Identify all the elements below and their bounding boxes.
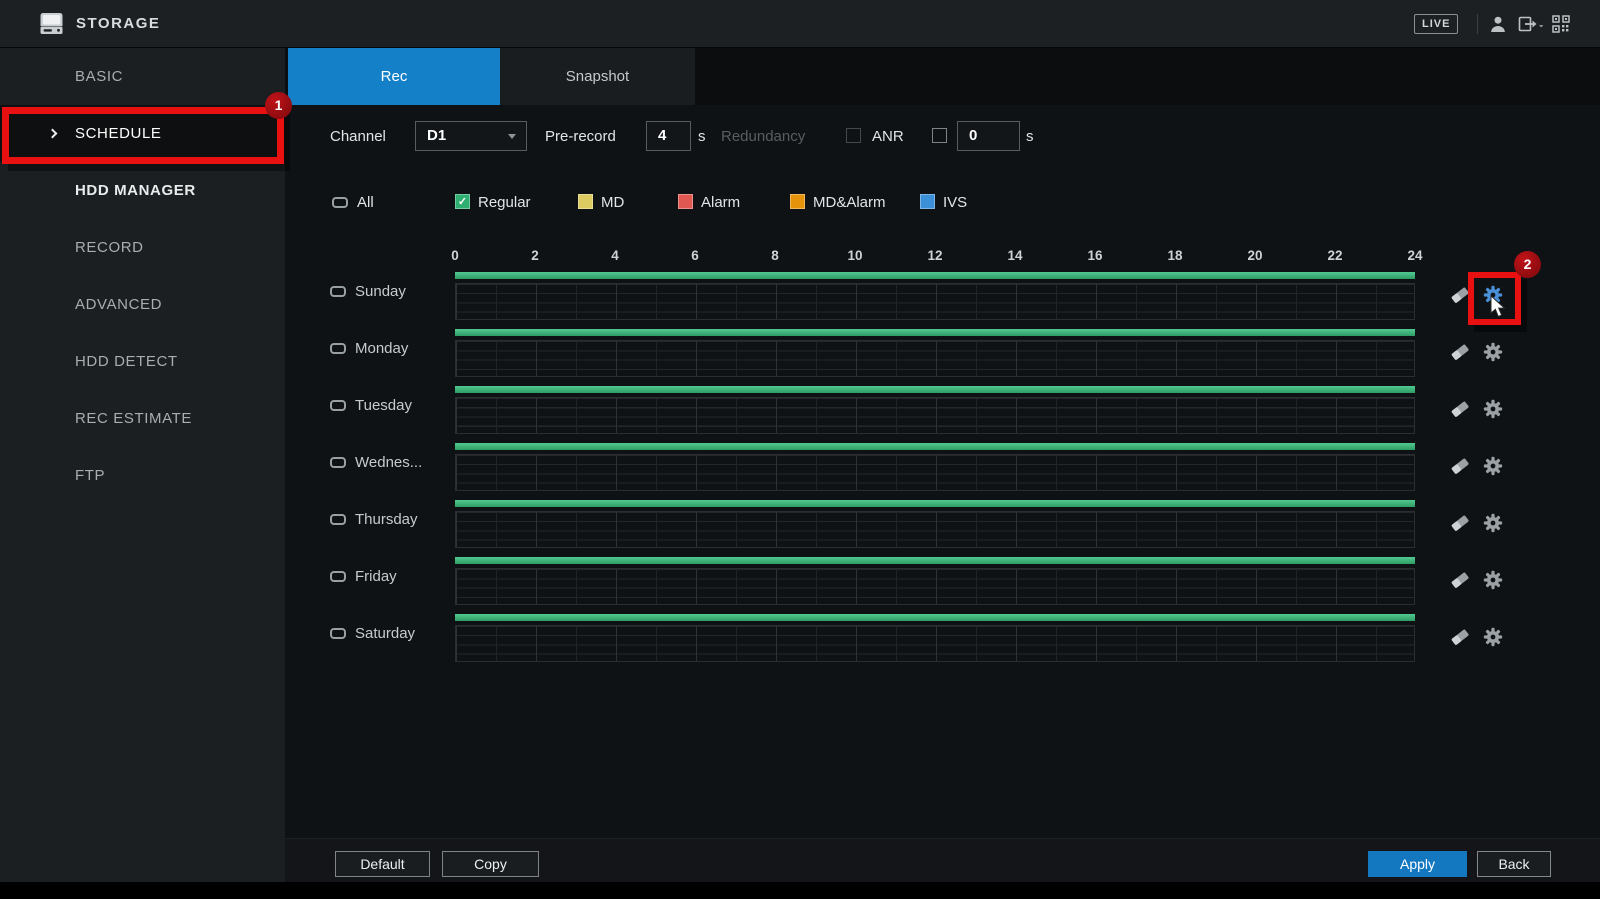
live-button[interactable]: LIVE: [1414, 14, 1458, 34]
page-title: STORAGE: [76, 0, 160, 48]
wednesday-timeline[interactable]: [455, 443, 1415, 491]
schedule-row-monday: Monday: [0, 327, 1600, 384]
tuesday-timeline[interactable]: [455, 386, 1415, 434]
wednesday-checkbox[interactable]: [330, 457, 346, 468]
regular-label: Regular: [478, 192, 531, 214]
schedule-row-wednesday: Wednes...: [0, 441, 1600, 498]
sidebar-item-hdd-manager[interactable]: HDD MANAGER: [0, 162, 285, 219]
all-label: All: [357, 192, 374, 214]
md-alarm-checkbox[interactable]: [790, 194, 805, 209]
ivs-label: IVS: [943, 192, 967, 214]
tab-rec[interactable]: Rec: [288, 48, 500, 105]
hour-tick: 4: [611, 248, 619, 263]
chevron-right-icon: [48, 129, 58, 139]
pre-record-input[interactable]: 4: [646, 121, 691, 151]
gear-icon[interactable]: [1483, 570, 1503, 590]
user-icon[interactable]: [1488, 15, 1508, 33]
redundancy-label: Redundancy: [721, 126, 805, 148]
hour-tick: 6: [691, 248, 699, 263]
schedule-row-saturday: Saturday: [0, 612, 1600, 669]
hour-tick: 16: [1087, 248, 1102, 263]
all-checkbox[interactable]: [332, 197, 348, 208]
logout-icon[interactable]: [1518, 15, 1544, 33]
hour-tick: 12: [927, 248, 942, 263]
md-label: MD: [601, 192, 624, 214]
tab-snapshot[interactable]: Snapshot: [500, 48, 695, 105]
topbar-divider: [1477, 14, 1478, 34]
eraser-icon[interactable]: [1450, 570, 1470, 590]
eraser-icon[interactable]: [1450, 399, 1470, 419]
friday-checkbox[interactable]: [330, 571, 346, 582]
schedule-row-friday: Friday: [0, 555, 1600, 612]
tuesday-checkbox[interactable]: [330, 400, 346, 411]
saturday-checkbox[interactable]: [330, 628, 346, 639]
top-bar: STORAGE LIVE: [0, 0, 1600, 48]
anr-time-checkbox[interactable]: [932, 128, 947, 143]
eraser-icon[interactable]: [1450, 513, 1470, 533]
channel-label: Channel: [330, 126, 386, 148]
eraser-icon[interactable]: [1450, 456, 1470, 476]
monday-checkbox[interactable]: [330, 343, 346, 354]
saturday-timeline[interactable]: [455, 614, 1415, 662]
schedule-row-tuesday: Tuesday: [0, 384, 1600, 441]
hour-tick: 24: [1407, 248, 1422, 263]
gear-icon[interactable]: [1483, 342, 1503, 362]
default-button[interactable]: Default: [335, 851, 430, 877]
back-button[interactable]: Back: [1477, 851, 1551, 877]
storage-disk-icon: [38, 11, 65, 37]
md-alarm-label: MD&Alarm: [813, 192, 886, 214]
sidebar-item-record[interactable]: RECORD: [0, 219, 285, 276]
thursday-checkbox[interactable]: [330, 514, 346, 525]
gear-icon[interactable]: [1483, 627, 1503, 647]
eraser-icon[interactable]: [1450, 627, 1470, 647]
ivs-checkbox[interactable]: [920, 194, 935, 209]
hour-tick: 14: [1007, 248, 1022, 263]
chevron-down-icon: [508, 134, 516, 139]
gear-icon[interactable]: [1483, 513, 1503, 533]
eraser-icon[interactable]: [1450, 342, 1470, 362]
schedule-row-thursday: Thursday: [0, 498, 1600, 555]
apply-button[interactable]: Apply: [1368, 851, 1467, 877]
alarm-label: Alarm: [701, 192, 740, 214]
alarm-checkbox[interactable]: [678, 194, 693, 209]
anr-checkbox[interactable]: [846, 128, 861, 143]
sidebar-item-schedule[interactable]: SCHEDULE: [0, 105, 285, 162]
monday-timeline[interactable]: [455, 329, 1415, 377]
hour-tick: 8: [771, 248, 779, 263]
schedule-row-sunday: Sunday: [0, 270, 1600, 327]
hour-tick: 20: [1247, 248, 1262, 263]
friday-timeline[interactable]: [455, 557, 1415, 605]
eraser-icon[interactable]: [1450, 285, 1470, 305]
hour-tick: 10: [847, 248, 862, 263]
sunday-checkbox[interactable]: [330, 286, 346, 297]
hour-tick: 0: [451, 248, 459, 263]
channel-select[interactable]: D1: [415, 121, 527, 151]
copy-button[interactable]: Copy: [442, 851, 539, 877]
anr-time-input[interactable]: 0: [957, 121, 1020, 151]
hour-tick: 2: [531, 248, 539, 263]
anr-label: ANR: [872, 126, 904, 148]
md-checkbox[interactable]: [578, 194, 593, 209]
gear-icon[interactable]: [1483, 456, 1503, 476]
hour-tick: 22: [1327, 248, 1342, 263]
pre-record-unit: s: [698, 126, 706, 148]
gear-icon[interactable]: [1483, 285, 1503, 305]
pre-record-label: Pre-record: [545, 126, 616, 148]
hour-tick: 18: [1167, 248, 1182, 263]
letterbox-strip: [0, 882, 1600, 899]
gear-icon[interactable]: [1483, 399, 1503, 419]
anr-time-unit: s: [1026, 126, 1034, 148]
storage-schedule-screen: STORAGE LIVE B: [0, 0, 1600, 899]
thursday-timeline[interactable]: [455, 500, 1415, 548]
sunday-timeline[interactable]: [455, 272, 1415, 320]
qr-code-icon[interactable]: [1552, 15, 1570, 33]
sidebar-item-basic[interactable]: BASIC: [0, 48, 285, 105]
regular-checkbox[interactable]: ✓: [455, 194, 470, 209]
